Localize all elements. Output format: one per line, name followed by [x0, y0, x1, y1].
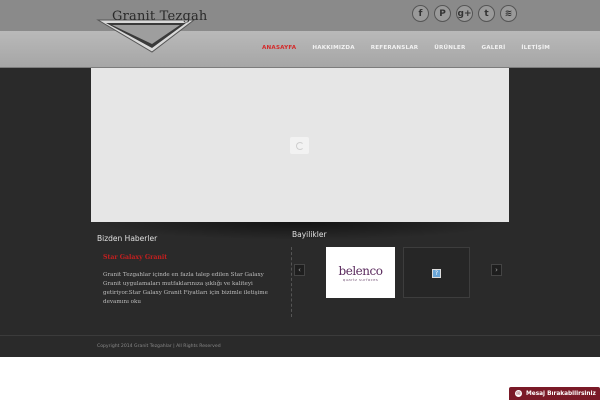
menu-item-references[interactable]: REFERANSLAR [371, 45, 419, 51]
broken-image-icon: ? [432, 269, 441, 278]
carousel-prev-button[interactable]: ‹ [294, 264, 305, 276]
google-plus-icon[interactable]: g+ [456, 5, 473, 22]
dealer-brand-name: belenco [338, 263, 383, 278]
pinterest-icon[interactable]: P [434, 5, 451, 22]
footer-divider [0, 335, 600, 336]
twitter-icon[interactable]: t [478, 5, 495, 22]
dealer-brand-subtitle: quartz surfaces [342, 276, 379, 282]
menu-item-gallery[interactable]: GALERİ [481, 45, 505, 51]
news-body: Granit Tezgahlar içinde en fazla talep e… [103, 272, 268, 305]
news-headline-link[interactable]: Star Galaxy Granit [103, 254, 167, 261]
menu-item-about[interactable]: HAKKIMIZDA [312, 45, 354, 51]
leave-message-label: Mesaj Bırakabilirsiniz [526, 390, 596, 397]
loading-spinner-icon [290, 137, 309, 154]
menu-item-contact[interactable]: İLETİŞİM [521, 45, 550, 51]
carousel-next-button[interactable]: › [491, 264, 502, 276]
dealer-logo-placeholder[interactable]: ? [403, 247, 470, 298]
dealer-logo-belenco[interactable]: belenco quartz surfaces [326, 247, 395, 298]
facebook-icon[interactable]: f [412, 5, 429, 22]
page: Granit Tezgah f P g+ t ≋ ANASAYFA HAKKIM… [0, 0, 600, 400]
copyright-text: Copyright 2014 Granit Tezgahlar | All Ri… [97, 344, 221, 349]
menu-item-products[interactable]: ÜRÜNLER [434, 45, 465, 51]
main-menu: ANASAYFA HAKKIMIZDA REFERANSLAR ÜRÜNLER … [262, 45, 566, 51]
leave-message-button[interactable]: ✉ Mesaj Bırakabilirsiniz [509, 387, 600, 400]
logo-text[interactable]: Granit Tezgah [112, 9, 208, 24]
mail-icon: ✉ [515, 390, 522, 397]
news-section-title: Bizden Haberler [97, 234, 158, 243]
rss-icon[interactable]: ≋ [500, 5, 517, 22]
dealers-section-title: Bayilikler [292, 230, 327, 239]
social-icons: f P g+ t ≋ [412, 5, 517, 22]
section-divider [291, 247, 292, 317]
menu-item-home[interactable]: ANASAYFA [262, 45, 296, 51]
